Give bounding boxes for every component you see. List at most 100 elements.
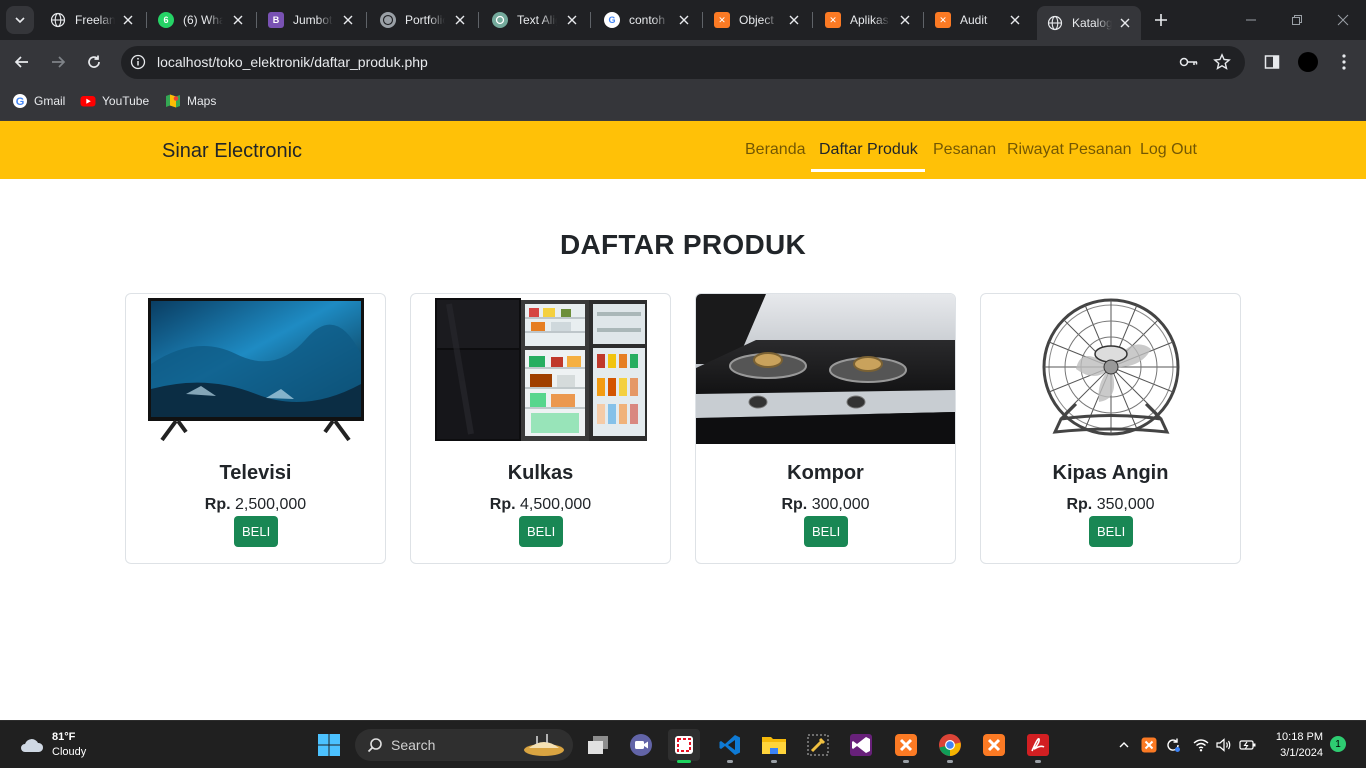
pdf-icon	[1027, 734, 1049, 756]
address-bar[interactable]: localhost/toko_elektronik/daftar_produk.…	[121, 46, 1245, 79]
show-hidden-icons-button[interactable]	[1114, 735, 1134, 755]
new-tab-button[interactable]	[1150, 9, 1172, 31]
xampp-icon: ✕	[935, 12, 951, 28]
browser-tab-active[interactable]: Katalog	[1037, 6, 1141, 40]
restore-button[interactable]	[1274, 0, 1320, 40]
nav-link-beranda[interactable]: Beranda	[745, 141, 806, 159]
product-card: Televisi Rp. 2,500,000 BELI	[125, 293, 386, 564]
running-app-indicator	[727, 760, 733, 763]
xampp-icon: ✕	[714, 12, 730, 28]
chevron-up-icon	[1119, 742, 1129, 748]
xampp-icon	[983, 734, 1005, 756]
product-price: Rp. 350,000	[981, 496, 1240, 514]
google-icon: G	[604, 12, 620, 28]
close-icon[interactable]	[1117, 15, 1133, 31]
password-key-icon[interactable]	[1179, 54, 1199, 75]
close-icon[interactable]	[897, 12, 913, 28]
buy-button[interactable]: BELI	[519, 516, 564, 547]
bookmark-maps[interactable]: Maps	[165, 93, 216, 109]
profile-avatar[interactable]	[1298, 52, 1318, 72]
tray-wifi[interactable]	[1191, 735, 1211, 755]
buy-button[interactable]: BELI	[1089, 516, 1134, 547]
reload-button[interactable]	[82, 50, 106, 74]
taskbar-app-xampp-2[interactable]	[978, 729, 1010, 761]
tools-icon	[807, 734, 829, 756]
buy-button[interactable]: BELI	[234, 516, 279, 547]
tab-title: Text Align	[517, 13, 557, 27]
product-name: Televisi	[219, 462, 292, 484]
product-card: Kompor Rp. 300,000 BELI	[695, 293, 956, 564]
close-icon[interactable]	[230, 12, 246, 28]
browser-tab[interactable]: B Jumbotron	[258, 0, 364, 40]
close-icon[interactable]	[120, 12, 136, 28]
forward-button[interactable]	[46, 50, 70, 74]
side-panel-button[interactable]	[1260, 50, 1284, 74]
product-price: Rp. 2,500,000	[126, 496, 385, 514]
start-button[interactable]	[313, 729, 345, 761]
running-app-indicator	[771, 760, 777, 763]
television-image	[148, 298, 364, 442]
url-text[interactable]: localhost/toko_elektronik/daftar_produk.…	[157, 54, 428, 70]
browser-tab[interactable]: 6 (6) WhatsApp	[148, 0, 254, 40]
site-brand[interactable]: Sinar Electronic	[162, 140, 302, 163]
tray-volume[interactable]	[1214, 735, 1234, 755]
close-icon[interactable]	[676, 12, 692, 28]
browser-tab[interactable]: ✕ Aplikasi	[815, 0, 921, 40]
bootstrap-icon: B	[268, 12, 284, 28]
volume-icon	[1216, 738, 1231, 752]
taskbar-app-chrome[interactable]	[934, 729, 966, 763]
close-window-button[interactable]	[1320, 0, 1366, 40]
minimize-icon	[1246, 19, 1256, 21]
bookmark-gmail[interactable]: G Gmail	[12, 93, 65, 109]
product-price: Rp. 300,000	[696, 496, 955, 514]
close-icon[interactable]	[564, 12, 580, 28]
buy-button[interactable]: BELI	[804, 516, 849, 547]
tab-search-button[interactable]	[6, 6, 34, 34]
browser-tab[interactable]: Text Align	[482, 0, 588, 40]
nav-link-pesanan[interactable]: Pesanan	[933, 141, 996, 159]
maps-icon	[165, 93, 181, 109]
browser-tab[interactable]: ✕ Object	[704, 0, 810, 40]
back-button[interactable]	[10, 50, 34, 74]
nav-link-log-out[interactable]: Log Out	[1140, 141, 1197, 159]
tray-xampp[interactable]	[1139, 735, 1159, 755]
taskbar-app-tools[interactable]	[802, 729, 834, 761]
taskbar-app-acrobat[interactable]	[1022, 729, 1054, 763]
close-icon[interactable]	[1007, 12, 1023, 28]
chatgpt-icon	[492, 12, 508, 28]
tab-title: Freelancer	[75, 13, 115, 27]
tray-sync[interactable]	[1163, 735, 1183, 755]
nav-link-daftar-produk[interactable]: Daftar Produk	[819, 141, 918, 159]
browser-tab[interactable]: Portfolio	[370, 0, 476, 40]
bookmark-youtube[interactable]: YouTube	[80, 93, 149, 109]
browser-tab[interactable]: G contoh	[594, 0, 700, 40]
close-icon[interactable]	[340, 12, 356, 28]
system-clock[interactable]: 10:18 PM 3/1/2024	[1268, 729, 1323, 761]
close-icon[interactable]	[452, 12, 468, 28]
taskbar-app-meet[interactable]	[625, 729, 657, 761]
price-prefix: Rp.	[781, 496, 808, 513]
minimize-button[interactable]	[1228, 0, 1274, 40]
weather-widget[interactable]: 81°F Cloudy	[18, 730, 86, 760]
site-info-icon[interactable]	[130, 54, 146, 75]
notification-badge[interactable]: 1	[1330, 736, 1346, 752]
taskbar-app-vscode[interactable]	[714, 729, 746, 763]
taskbar-app-snipping[interactable]	[668, 729, 700, 763]
browser-menu-button[interactable]	[1332, 50, 1356, 74]
taskbar-app-xampp[interactable]	[890, 729, 922, 763]
bookmark-label: YouTube	[102, 94, 150, 108]
taskbar-app-visual-studio[interactable]	[845, 729, 877, 761]
tray-battery[interactable]	[1238, 735, 1258, 755]
browser-tab[interactable]: Freelancer	[40, 0, 144, 40]
taskbar-search-label: Search	[391, 737, 436, 753]
nav-link-riwayat-pesanan[interactable]: Riwayat Pesanan	[1007, 141, 1132, 159]
reload-icon	[88, 55, 100, 68]
bookmark-star-icon[interactable]	[1213, 53, 1231, 76]
xampp-icon	[895, 734, 917, 756]
taskbar-search[interactable]: Search	[355, 729, 573, 761]
taskbar-app-explorer[interactable]	[758, 729, 790, 763]
task-view-button[interactable]	[582, 729, 614, 761]
close-icon[interactable]	[786, 12, 802, 28]
tab-title: (6) WhatsApp	[183, 13, 223, 27]
browser-tab[interactable]: ✕ Audit	[925, 0, 1031, 40]
